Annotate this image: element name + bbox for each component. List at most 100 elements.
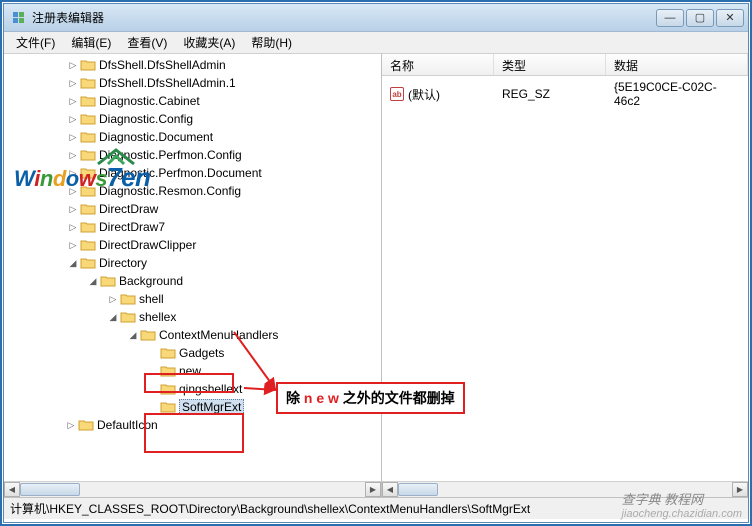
close-button[interactable]: ✕ (716, 9, 744, 27)
folder-icon (80, 202, 96, 216)
tree-label: shellex (139, 310, 176, 324)
cell-data: {5E19C0CE-C02C-46c2 (606, 78, 748, 110)
expand-icon[interactable]: ▷ (66, 130, 80, 144)
collapse-icon[interactable]: ◢ (106, 310, 120, 324)
tree-label: ContextMenuHandlers (159, 328, 278, 342)
tree-node[interactable]: ▷ Diagnostic.Cabinet (6, 92, 381, 110)
menu-help[interactable]: 帮助(H) (243, 32, 300, 53)
menu-view[interactable]: 查看(V) (119, 32, 175, 53)
expand-icon[interactable] (146, 382, 160, 396)
expand-icon[interactable]: ▷ (66, 58, 80, 72)
folder-icon (160, 400, 176, 414)
expand-icon[interactable]: ▷ (66, 148, 80, 162)
content-area: ▷DfsShell.DfsShellAdmin▷DfsShell.DfsShel… (4, 54, 748, 497)
tree-node[interactable]: ◢ ContextMenuHandlers (6, 326, 381, 344)
cell-type: REG_SZ (494, 78, 606, 110)
tree-label: DfsShell.DfsShellAdmin.1 (99, 76, 236, 90)
tree-node[interactable]: ▷ Diagnostic.Config (6, 110, 381, 128)
tree-label: SoftMgrExt (179, 399, 244, 415)
expand-icon[interactable]: ▷ (66, 202, 80, 216)
expand-icon[interactable]: ▷ (66, 94, 80, 108)
tree-label: Diagnostic.Perfmon.Document (99, 166, 262, 180)
folder-icon (80, 112, 96, 126)
minimize-button[interactable]: — (656, 9, 684, 27)
menu-file[interactable]: 文件(F) (8, 32, 63, 53)
expand-icon[interactable]: ▷ (106, 292, 120, 306)
tree-label: DirectDrawClipper (99, 238, 196, 252)
watermark: 查字典 教程网 jiaocheng.chazidian.com (622, 489, 742, 520)
scroll-thumb[interactable] (20, 483, 80, 496)
scroll-thumb[interactable] (398, 483, 438, 496)
menu-edit[interactable]: 编辑(E) (63, 32, 119, 53)
expand-icon[interactable] (146, 346, 160, 360)
list-row[interactable]: ab (默认) REG_SZ {5E19C0CE-C02C-46c2 (382, 76, 748, 112)
tree-label: Diagnostic.Resmon.Config (99, 184, 241, 198)
folder-icon (160, 364, 176, 378)
tree-node[interactable]: ▷shell (6, 290, 381, 308)
tree-node[interactable]: ◢ Background (6, 272, 381, 290)
tree-horizontal-scrollbar[interactable]: ◀ ▶ (4, 481, 381, 497)
maximize-button[interactable]: ▢ (686, 9, 714, 27)
tree-node[interactable]: ▷ Diagnostic.Document (6, 128, 381, 146)
folder-icon (80, 166, 96, 180)
expand-icon[interactable]: ▷ (66, 112, 80, 126)
list-header: 名称 类型 数据 (382, 54, 748, 76)
tree-node[interactable]: ◢ shellex (6, 308, 381, 326)
tree-label: Diagnostic.Document (99, 130, 213, 144)
tree-node[interactable]: ▷ Diagnostic.Resmon.Config (6, 182, 381, 200)
expand-icon[interactable] (146, 400, 160, 414)
window-title: 注册表编辑器 (32, 9, 656, 26)
scroll-left-button[interactable]: ◀ (382, 482, 398, 497)
tree-node[interactable]: new (6, 362, 381, 380)
folder-icon (120, 292, 136, 306)
expand-icon[interactable] (146, 364, 160, 378)
expand-icon[interactable]: ▷ (66, 166, 80, 180)
tree-node[interactable]: ▷ DfsShell.DfsShellAdmin.1 (6, 74, 381, 92)
col-header-name[interactable]: 名称 (382, 54, 494, 75)
tree-label: Gadgets (179, 346, 224, 360)
expand-icon[interactable]: ▷ (66, 220, 80, 234)
tree-label: Diagnostic.Perfmon.Config (99, 148, 242, 162)
tree-node[interactable]: ▷DirectDraw (6, 200, 381, 218)
reg-string-icon: ab (390, 87, 404, 101)
collapse-icon[interactable]: ◢ (86, 274, 100, 288)
tree-label: Diagnostic.Config (99, 112, 193, 126)
expand-icon[interactable]: ▷ (66, 76, 80, 90)
tree-label: DefaultIcon (97, 418, 158, 432)
tree-label: qingshellext (179, 382, 242, 396)
tree-label: DirectDraw7 (99, 220, 165, 234)
collapse-icon[interactable]: ◢ (66, 256, 80, 270)
folder-icon (80, 148, 96, 162)
menubar: 文件(F) 编辑(E) 查看(V) 收藏夹(A) 帮助(H) (4, 32, 748, 54)
tree-label: Background (119, 274, 183, 288)
tree-pane[interactable]: ▷DfsShell.DfsShellAdmin▷DfsShell.DfsShel… (4, 54, 382, 497)
scroll-left-button[interactable]: ◀ (4, 482, 20, 497)
col-header-data[interactable]: 数据 (606, 54, 748, 75)
expand-icon[interactable]: ▷ (66, 238, 80, 252)
tree-node[interactable]: ▷ DirectDraw7 (6, 218, 381, 236)
folder-icon (80, 94, 96, 108)
tree-node[interactable]: ▷DfsShell.DfsShellAdmin (6, 56, 381, 74)
folder-icon (120, 310, 136, 324)
menu-favorites[interactable]: 收藏夹(A) (175, 32, 243, 53)
tree-node[interactable]: Gadgets (6, 344, 381, 362)
tree-node[interactable]: ▷ Diagnostic.Perfmon.Document (6, 164, 381, 182)
scroll-right-button[interactable]: ▶ (365, 482, 381, 497)
collapse-icon[interactable]: ◢ (126, 328, 140, 342)
col-header-type[interactable]: 类型 (494, 54, 606, 75)
tree-node-defaulticon[interactable]: ▷ DefaultIcon (4, 416, 381, 434)
folder-icon (80, 130, 96, 144)
cell-name: ab (默认) (382, 78, 494, 110)
expand-icon[interactable]: ▷ (66, 184, 80, 198)
folder-icon (80, 76, 96, 90)
tree-node[interactable]: ▷ Diagnostic.Perfmon.Config (6, 146, 381, 164)
titlebar[interactable]: 注册表编辑器 — ▢ ✕ (4, 4, 748, 32)
tree-node[interactable]: ▷ DirectDrawClipper (6, 236, 381, 254)
tree-label: Diagnostic.Cabinet (99, 94, 200, 108)
folder-icon (100, 274, 116, 288)
tree-node[interactable]: ◢Directory (6, 254, 381, 272)
folder-icon (80, 184, 96, 198)
list-pane[interactable]: 名称 类型 数据 ab (默认) REG_SZ {5E19C0CE-C02C-4… (382, 54, 748, 497)
folder-icon (160, 382, 176, 396)
expander-icon[interactable]: ▷ (64, 418, 78, 432)
